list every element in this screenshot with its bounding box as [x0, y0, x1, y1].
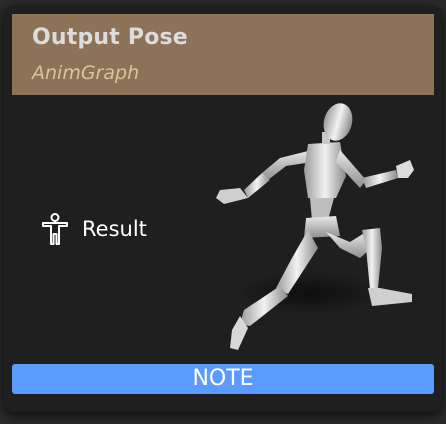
note-button[interactable]: NOTE	[12, 364, 434, 394]
running-mannequin-icon	[200, 98, 428, 358]
pose-pin-icon[interactable]	[40, 212, 70, 246]
result-pin[interactable]: Result	[40, 212, 147, 246]
result-pin-label: Result	[82, 217, 147, 241]
output-pose-node[interactable]: Output Pose AnimGraph Result NOTE	[4, 6, 442, 412]
node-subtitle: AnimGraph	[32, 62, 140, 84]
node-title: Output Pose	[32, 25, 188, 50]
